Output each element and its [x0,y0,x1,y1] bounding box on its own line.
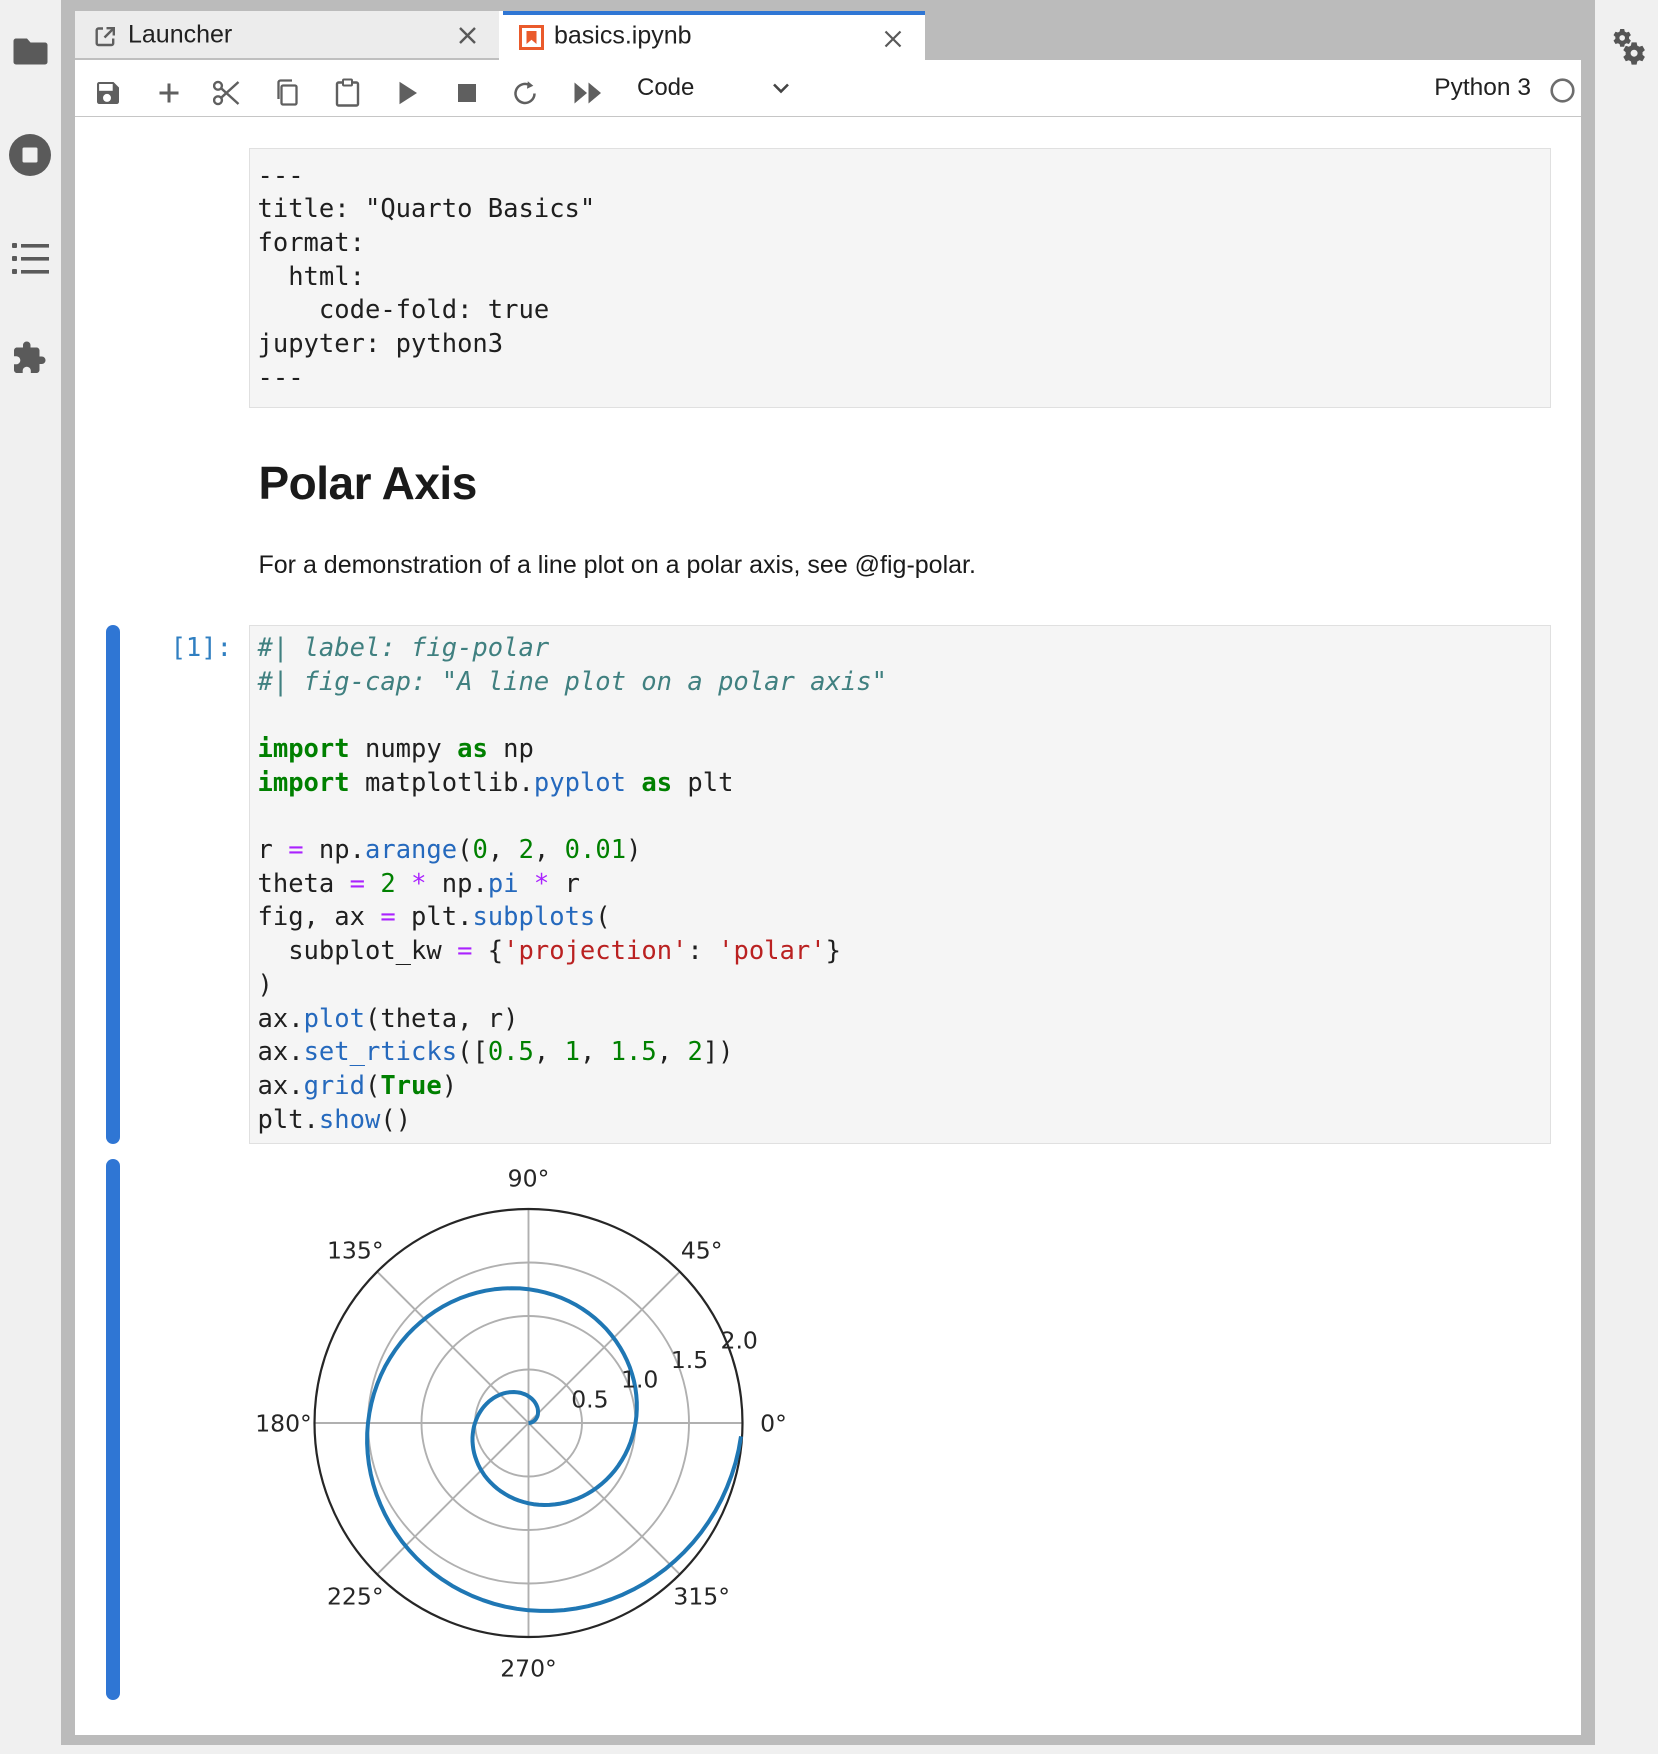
fast-forward-icon [573,81,603,105]
jupyterlab-window: Launcher basics.ipynb [0,0,1658,1754]
stop-icon [458,84,476,102]
code-cell-editor[interactable]: #| label: fig-polar#| fig-cap: "A line p… [249,625,1552,1144]
svg-text:135°: 135° [327,1236,384,1264]
code-line [258,800,1543,834]
sidebar-item-extension-manager[interactable] [11,340,47,376]
copy-cells-button[interactable] [271,65,303,121]
svg-text:2.0: 2.0 [721,1327,758,1355]
run-cell-button[interactable] [394,65,422,121]
raw-cell-line: code-fold: true [258,294,1543,328]
code-line: plt.show() [258,1104,1543,1138]
code-line: fig, ax = plt.subplots( [258,901,1543,935]
code-line: ) [258,969,1543,1003]
svg-text:1.5: 1.5 [671,1346,708,1374]
restart-kernel-button[interactable] [509,65,541,121]
gears-icon [1609,29,1646,70]
raw-cell-editor[interactable]: ---title: "Quarto Basics"format: html: c… [249,148,1552,408]
svg-text:180°: 180° [255,1410,312,1438]
code-line: ax.grid(True) [258,1070,1543,1104]
code-line: subplot_kw = {'projection': 'polar'} [258,935,1543,969]
code-line: ax.plot(theta, r) [258,1003,1543,1037]
save-icon [96,81,120,105]
code-line [258,699,1543,733]
refresh-icon [512,80,539,107]
paste-icon [334,78,361,108]
code-line: import numpy as np [258,733,1543,767]
notebook-panel[interactable]: ---title: "Quarto Basics"format: html: c… [75,117,1581,1735]
insert-cell-button[interactable] [154,65,184,121]
raw-cell-line: title: "Quarto Basics" [258,193,1543,227]
tab-basics-label: basics.ipynb [554,21,692,50]
cell-output-plot: 0° 45° 90° 135° 180° 225° 270° 315° 0.5 1.0 1.5 2.0 [249,1159,809,1701]
sidebar-item-property-inspector[interactable] [1609,29,1646,70]
left-activity-bar [0,0,61,1754]
running-icon [8,133,52,177]
plus-icon [158,82,180,104]
code-line: #| label: fig-polar [258,632,1543,666]
code-line: theta = 2 * np.pi * r [258,868,1543,902]
svg-text:225°: 225° [327,1583,384,1611]
kernel-name[interactable]: Python 3 [1434,60,1531,116]
toc-icon [12,242,50,275]
chevron-down-icon[interactable] [769,76,793,100]
tab-launcher[interactable]: Launcher [75,11,499,60]
close-icon[interactable] [458,26,477,45]
puzzle-icon [11,340,47,376]
sidebar-item-running-sessions[interactable] [8,133,52,177]
restart-run-all-button[interactable] [571,65,605,121]
svg-text:45°: 45° [681,1236,723,1264]
cell-collapser-input[interactable] [106,625,120,1144]
raw-cell-line: --- [258,362,1543,396]
paste-cells-button[interactable] [331,65,363,121]
interrupt-kernel-button[interactable] [453,65,481,121]
raw-cell-line: html: [258,261,1543,295]
sidebar-item-table-of-contents[interactable] [12,242,50,275]
cut-cells-button[interactable] [210,65,242,121]
kernel-status-icon[interactable] [1550,78,1575,103]
sidebar-item-file-browser[interactable] [13,36,48,66]
notebook-toolbar: Code Python 3 [75,60,1581,117]
code-line: r = np.arange(0, 2, 0.01) [258,834,1543,868]
svg-text:0.5: 0.5 [571,1385,608,1413]
tab-basics-ipynb[interactable]: basics.ipynb [503,11,925,60]
copy-icon [273,78,302,108]
raw-cell-line: jupyter: python3 [258,328,1543,362]
svg-text:90°: 90° [508,1165,550,1193]
close-icon[interactable] [883,29,903,49]
cell-type-select[interactable]: Code [637,60,694,116]
right-activity-bar [1595,0,1658,1754]
svg-text:315°: 315° [673,1583,730,1611]
launcher-icon [94,25,117,48]
play-icon [397,80,419,106]
raw-cell-line: format: [258,227,1543,261]
code-line: ax.set_rticks([0.5, 1, 1.5, 2]) [258,1036,1543,1070]
markdown-heading: Polar Axis [259,455,477,511]
scissors-icon [213,79,240,107]
cell-collapser-output[interactable] [106,1159,120,1700]
raw-cell-line: --- [258,160,1543,194]
markdown-paragraph: For a demonstration of a line plot on a … [259,548,976,582]
polar-plot: 0° 45° 90° 135° 180° 225° 270° 315° 0.5 1.0 1.5 2.0 [249,1159,809,1701]
code-line: #| fig-cap: "A line plot on a polar axis… [258,666,1543,700]
tab-launcher-label: Launcher [128,20,232,49]
folder-icon [13,36,48,66]
code-line: import matplotlib.pyplot as plt [258,767,1543,801]
save-button[interactable] [93,65,123,121]
svg-text:1.0: 1.0 [621,1366,658,1394]
notebook-icon [519,25,544,50]
svg-text:0°: 0° [760,1410,787,1438]
execution-count: [1]: [155,632,232,666]
svg-text:270°: 270° [500,1655,557,1683]
